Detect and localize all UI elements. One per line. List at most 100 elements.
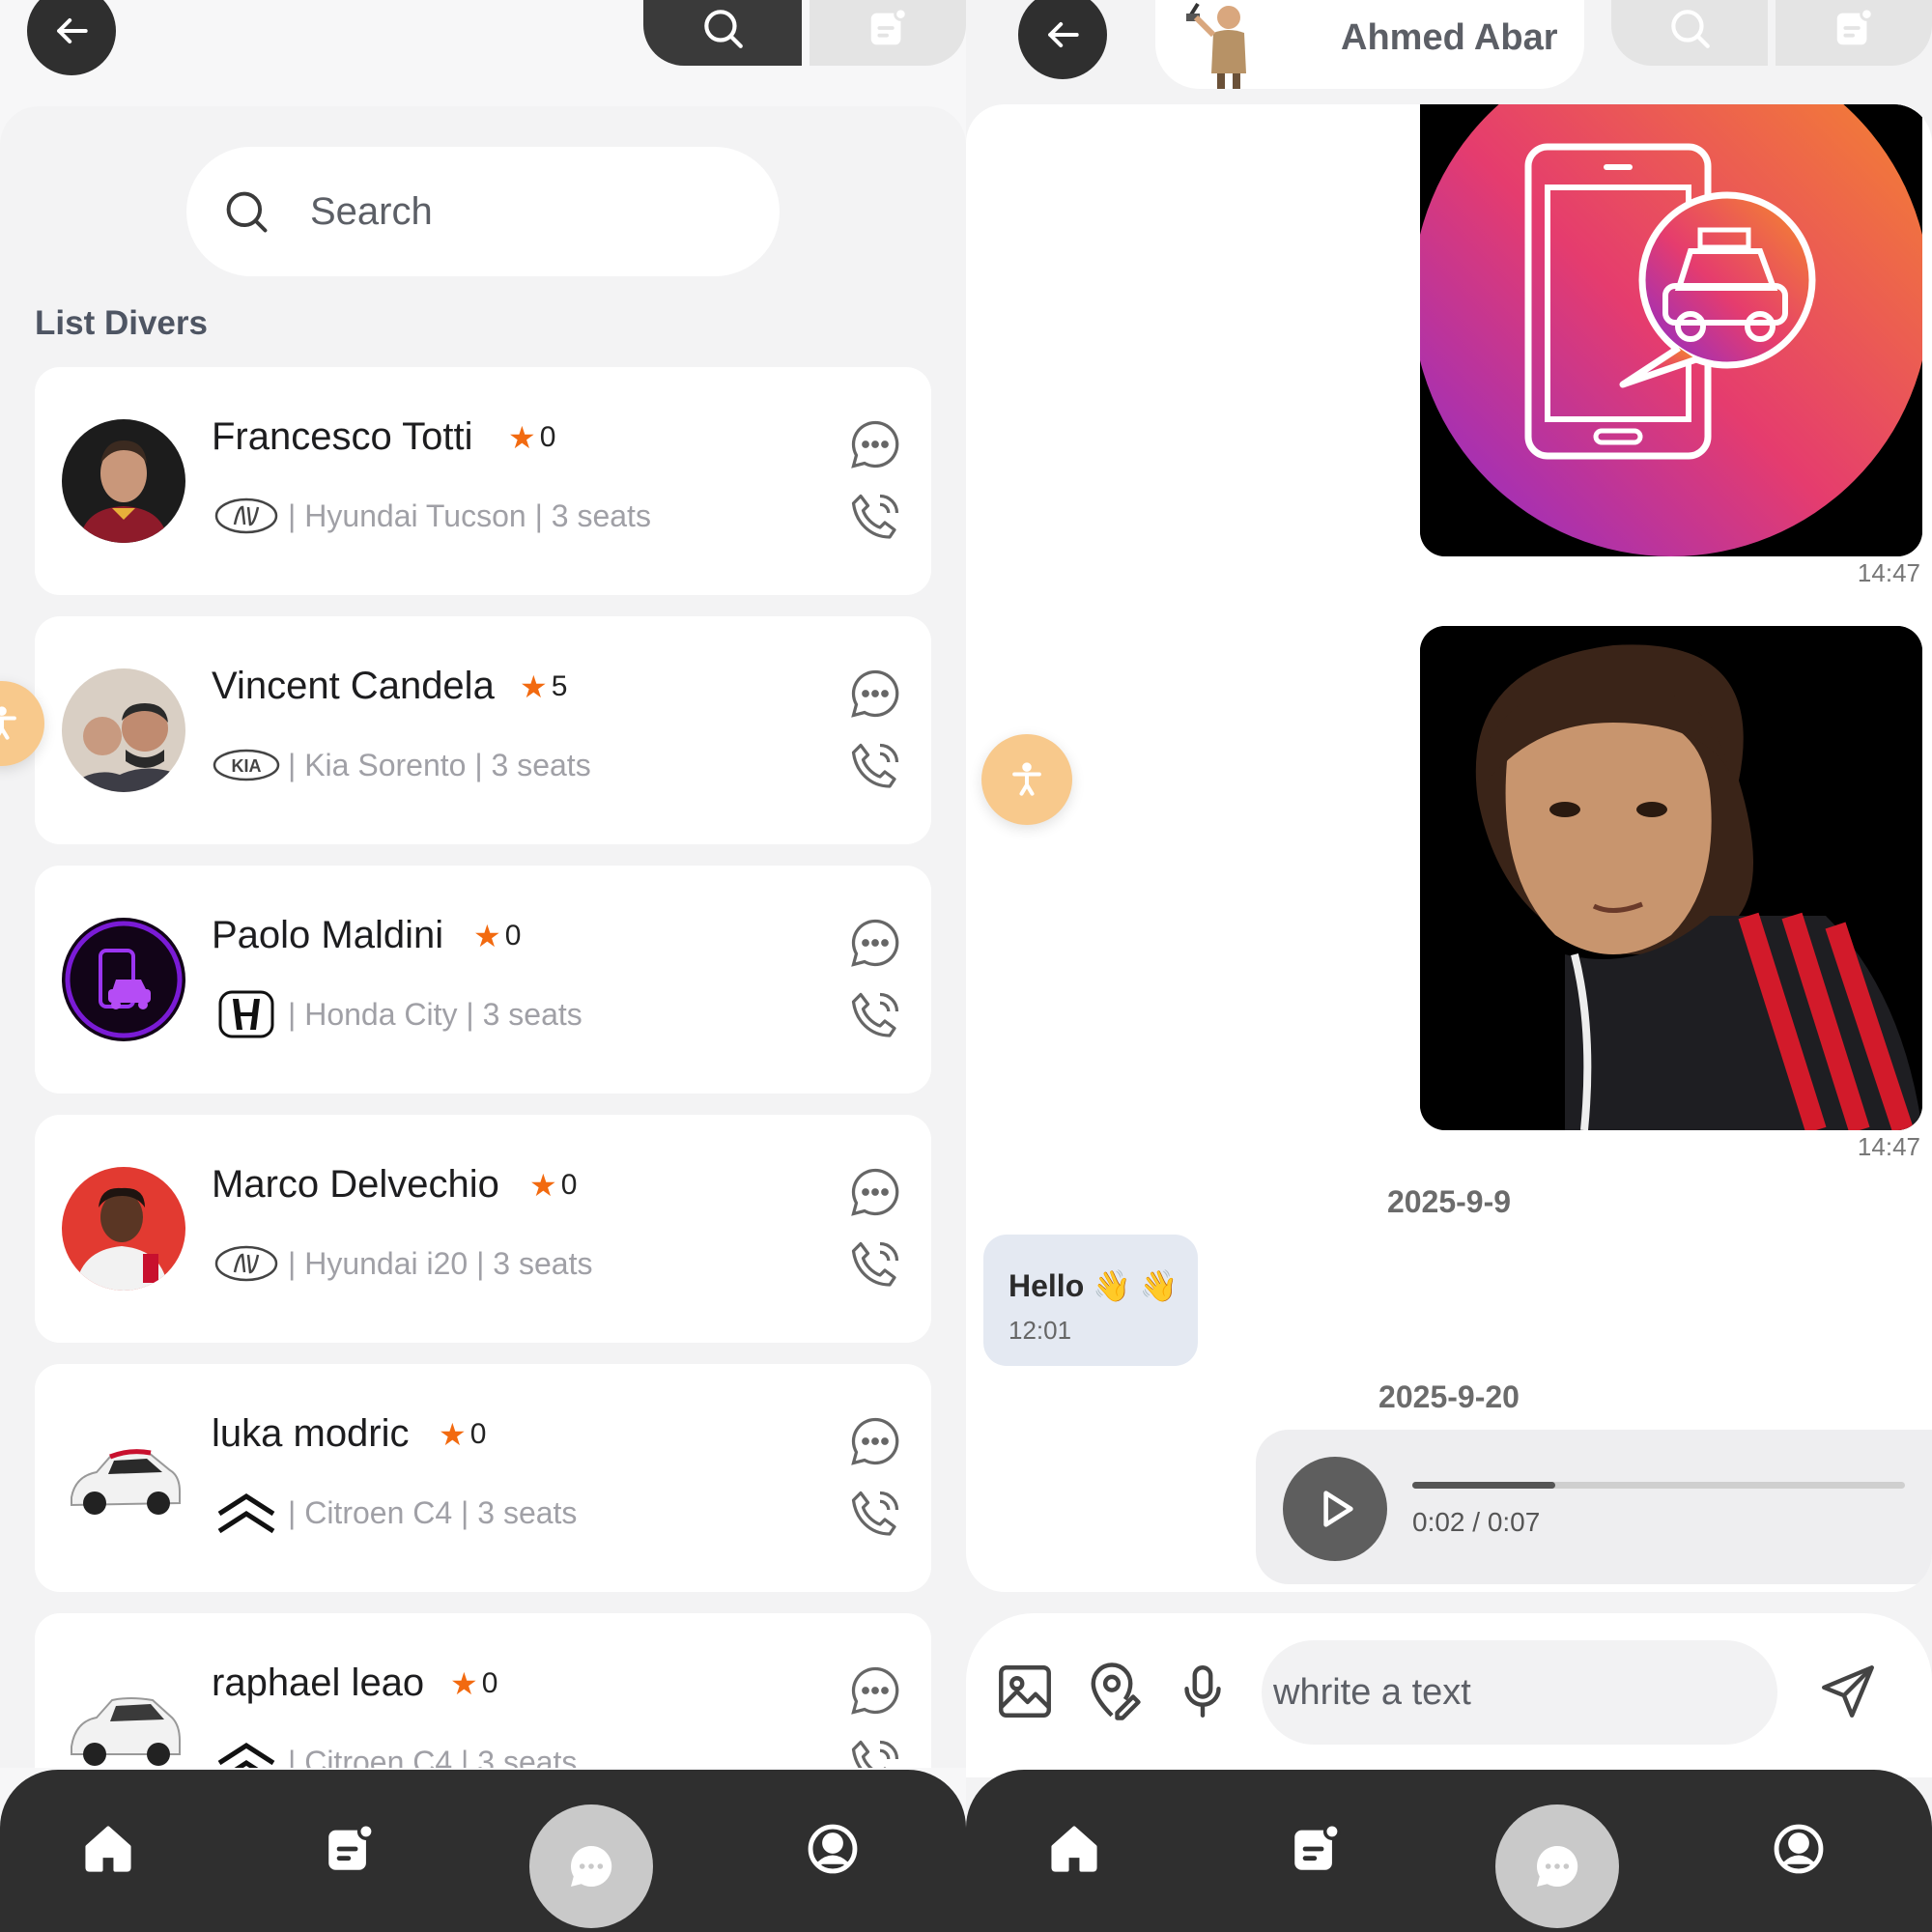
chat-bubble-icon [570, 1845, 612, 1887]
driver-card[interactable]: Vincent Candela ★ 5 KIA | Kia Sorento | 3… [35, 616, 931, 844]
driver-avatar [62, 918, 185, 1041]
search-icon [1671, 10, 1710, 48]
driver-rating: ★ 0 [450, 1665, 497, 1702]
message-composer [966, 1613, 1932, 1777]
search-placeholder: Search [310, 189, 433, 233]
search-tab-button[interactable] [643, 0, 802, 66]
rating-value: 0 [539, 421, 556, 453]
contact-avatar [1184, 0, 1271, 89]
back-button[interactable] [27, 0, 116, 75]
driver-name: raphael leao [212, 1662, 425, 1704]
driver-card[interactable]: luka modric ★ 0 | Citroen C4 | 3 seats [35, 1364, 931, 1592]
svg-text:KIA: KIA [232, 756, 262, 776]
image-message[interactable] [1420, 626, 1922, 1130]
driver-rating: ★ 5 [520, 668, 567, 705]
voice-message[interactable]: 0:02 / 0:07 [1256, 1430, 1932, 1584]
home-icon[interactable] [1043, 1818, 1105, 1880]
notes-icon[interactable] [1285, 1818, 1347, 1880]
driver-rating: ★ 0 [508, 419, 555, 456]
driver-rating: ★ 0 [529, 1167, 577, 1204]
drivers-screen: Search List Divers Francesco Totti ★ 0 | … [0, 0, 966, 1932]
notes-tab-button[interactable] [810, 0, 966, 66]
citroen-logo-icon [212, 1737, 281, 1768]
driver-avatar [62, 419, 185, 543]
location-icon[interactable] [1080, 1660, 1144, 1723]
back-button[interactable] [1018, 0, 1107, 79]
profile-icon[interactable] [1768, 1818, 1830, 1880]
star-icon: ★ [520, 669, 548, 704]
star-icon: ★ [450, 1666, 478, 1701]
image-icon[interactable] [993, 1660, 1057, 1723]
incoming-text-message[interactable]: Hello 👋 👋 12:01 [983, 1235, 1198, 1366]
section-title: List Divers [35, 304, 208, 342]
contact-header[interactable]: Ahmed Abar [1155, 0, 1584, 89]
phone-icon[interactable] [846, 738, 904, 796]
rating-value: 0 [481, 1667, 498, 1699]
search-icon [226, 191, 268, 233]
driver-name: Francesco Totti [212, 415, 473, 458]
driver-name: Marco Delvechio [212, 1163, 499, 1206]
message-input[interactable] [1262, 1640, 1777, 1745]
phone-icon[interactable] [846, 489, 904, 547]
car-info: | Honda City | 3 seats [288, 997, 582, 1032]
chat-nav-button[interactable] [529, 1804, 653, 1928]
phone-icon[interactable] [846, 987, 904, 1045]
hyundai-logo-icon [212, 1238, 281, 1289]
send-icon[interactable] [1816, 1660, 1880, 1723]
date-separator: 2025-9-20 [1378, 1379, 1520, 1414]
play-icon [1323, 1491, 1353, 1527]
chat-bubble-icon[interactable] [846, 1412, 904, 1470]
car-info: | Citroen C4 | 3 seats [288, 1745, 578, 1768]
rating-value: 5 [551, 670, 568, 702]
date-separator: 2025-9-9 [1386, 1184, 1512, 1219]
play-button[interactable] [1283, 1457, 1387, 1561]
driver-rating: ★ 0 [473, 918, 521, 954]
contact-name: Ahmed Abar [1341, 17, 1558, 58]
profile-icon[interactable] [802, 1818, 864, 1880]
bottom-nav [0, 1770, 966, 1932]
notes-tab-button[interactable] [1776, 0, 1932, 66]
search-icon [704, 10, 743, 48]
message-time: 12:01 [1009, 1316, 1072, 1345]
chat-nav-button[interactable] [1495, 1804, 1619, 1928]
driver-name: luka modric [212, 1412, 410, 1455]
voice-time: 0:02 / 0:07 [1412, 1507, 1541, 1537]
voice-progress-fill [1412, 1482, 1555, 1489]
voice-progress-track[interactable] [1412, 1482, 1905, 1489]
honda-logo-icon [212, 989, 281, 1039]
rating-value: 0 [504, 920, 522, 952]
accessibility-button[interactable] [981, 734, 1072, 825]
chat-messages[interactable]: 14:47 14:47 2025-9-9 Hello 👋 👋 12:01 202… [966, 104, 1932, 1592]
chat-bubble-icon[interactable] [846, 665, 904, 723]
star-icon: ★ [508, 420, 536, 455]
driver-card[interactable]: Francesco Totti ★ 0 | Hyundai Tucson | 3 … [35, 367, 931, 595]
search-field[interactable]: Search [186, 147, 780, 276]
chat-bubble-icon[interactable] [846, 415, 904, 473]
chat-bubble-icon[interactable] [846, 914, 904, 972]
home-icon[interactable] [77, 1818, 139, 1880]
image-message[interactable] [1420, 104, 1922, 556]
car-info: | Citroen C4 | 3 seats [288, 1495, 578, 1530]
message-time: 14:47 [1857, 1132, 1920, 1161]
accessibility-icon [1012, 762, 1041, 796]
driver-avatar [62, 668, 185, 792]
star-icon: ★ [439, 1417, 467, 1452]
car-info: | Kia Sorento | 3 seats [288, 748, 591, 782]
notes-icon[interactable] [319, 1818, 381, 1880]
mic-icon[interactable] [1171, 1660, 1235, 1723]
driver-avatar [62, 1665, 185, 1768]
search-tab-button[interactable] [1611, 0, 1768, 66]
chat-bubble-icon[interactable] [846, 1662, 904, 1719]
chat-bubble-icon[interactable] [846, 1163, 904, 1221]
star-icon: ★ [529, 1168, 557, 1203]
phone-icon[interactable] [846, 1735, 904, 1768]
driver-card[interactable]: Paolo Maldini ★ 0 | Honda City | 3 seats [35, 866, 931, 1094]
back-arrow-icon [57, 17, 88, 44]
citroen-logo-icon [212, 1488, 281, 1538]
chat-bubble-icon [1536, 1845, 1578, 1887]
phone-icon[interactable] [846, 1236, 904, 1294]
driver-card[interactable]: raphael leao ★ 0 | Citroen C4 | 3 seats [35, 1613, 931, 1768]
driver-card[interactable]: Marco Delvechio ★ 0 | Hyundai i20 | 3 sea… [35, 1115, 931, 1343]
notes-icon [870, 7, 908, 45]
phone-icon[interactable] [846, 1486, 904, 1544]
